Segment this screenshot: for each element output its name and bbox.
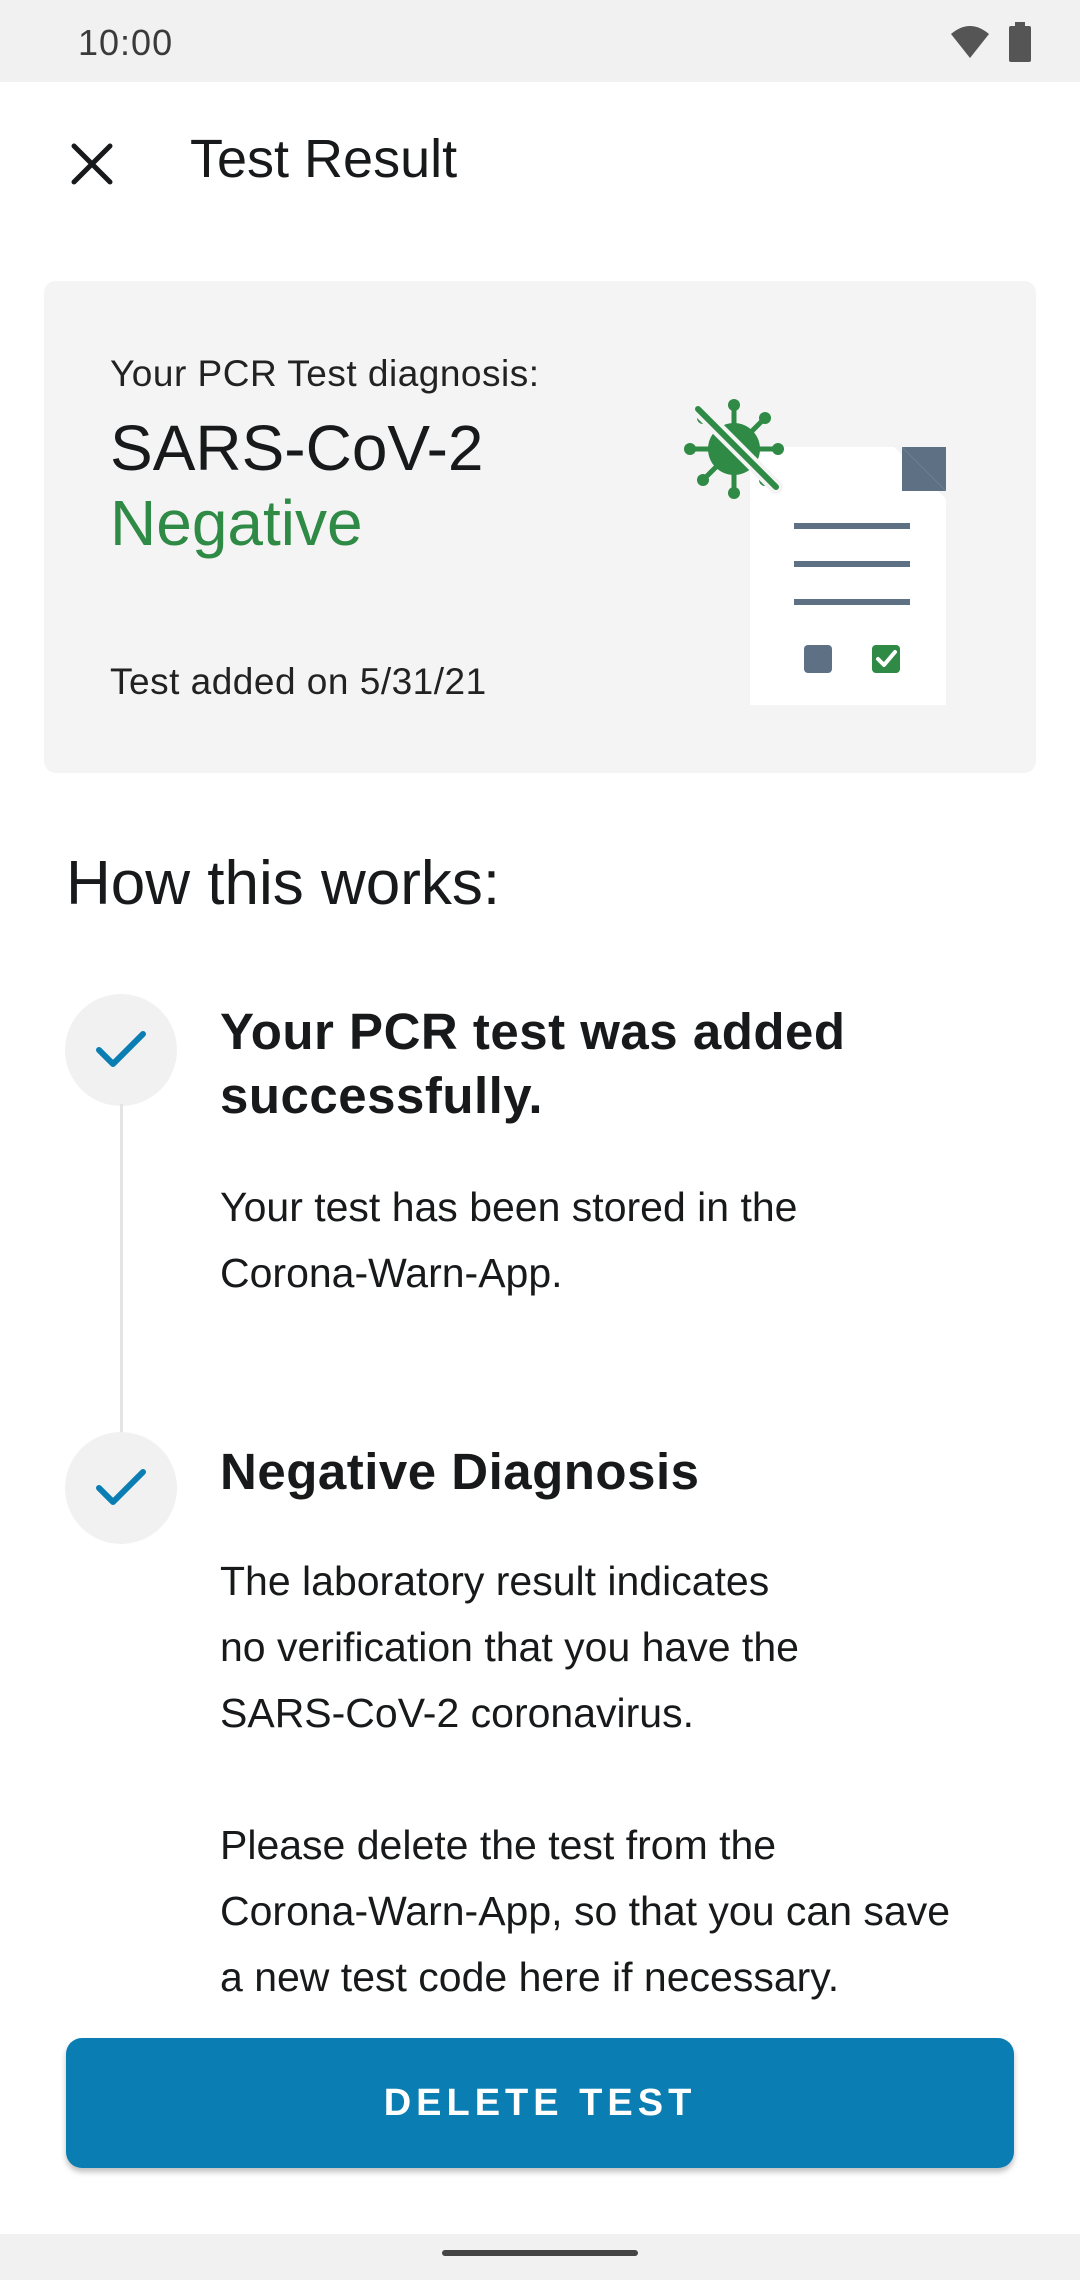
delete-test-button[interactable]: DELETE TEST — [66, 2038, 1014, 2168]
step-1-title-line: Your PCR test was added — [220, 1003, 846, 1060]
step-2-body: The laboratory result indicates no verif… — [220, 1548, 1010, 2010]
home-gesture-handle[interactable] — [442, 2250, 638, 2256]
step-2-body-line: no verification that you have the — [220, 1624, 799, 1670]
close-button[interactable] — [52, 124, 132, 204]
paragraph-spacer — [220, 1746, 1010, 1812]
wifi-icon — [951, 26, 989, 58]
step-1-body-line: Your test has been stored in the — [220, 1184, 798, 1230]
close-icon — [71, 143, 113, 185]
step-2-body-line: Please delete the test from the — [220, 1822, 777, 1868]
test-added-date: Test added on 5/31/21 — [110, 661, 487, 702]
step-2-body-line: Corona-Warn-App, so that you can save — [220, 1888, 951, 1934]
step-1-title: Your PCR test was added successfully. — [220, 1000, 846, 1128]
step-1-title-line: successfully. — [220, 1067, 544, 1124]
step-connector-line — [120, 1104, 123, 1434]
status-bar: 10:00 — [0, 0, 1080, 82]
page-title: Test Result — [190, 129, 458, 189]
step-2-status-circle — [65, 1432, 177, 1544]
system-navigation-bar — [0, 2234, 1080, 2280]
test-result-card: Your PCR Test diagnosis: SARS-CoV-2 Nega… — [44, 281, 1036, 773]
how-it-works-heading: How this works: — [66, 849, 501, 918]
checkmark-icon — [96, 1031, 146, 1067]
step-1-body-line: Corona-Warn-App. — [220, 1250, 563, 1296]
empty-checkbox-icon — [804, 645, 832, 673]
test-result-value: Negative — [110, 487, 363, 559]
step-2-title: Negative Diagnosis — [220, 1440, 699, 1504]
step-2-body-line: The laboratory result indicates — [220, 1558, 770, 1604]
step-2-body-line: SARS-CoV-2 coronavirus. — [220, 1690, 694, 1736]
negative-test-document-illustration — [684, 399, 946, 705]
status-icons — [950, 22, 1032, 62]
step-1-status-circle — [65, 994, 177, 1106]
diagnosis-label: Your PCR Test diagnosis: — [110, 353, 540, 394]
step-2-title-line: Negative Diagnosis — [220, 1443, 700, 1500]
virus-name: SARS-CoV-2 — [110, 412, 484, 484]
checkmark-icon — [96, 1469, 146, 1505]
status-time: 10:00 — [78, 22, 174, 63]
step-1-body: Your test has been stored in the Corona-… — [220, 1174, 1010, 1306]
battery-icon — [1009, 22, 1031, 62]
app-bar: Test Result — [0, 82, 1080, 242]
